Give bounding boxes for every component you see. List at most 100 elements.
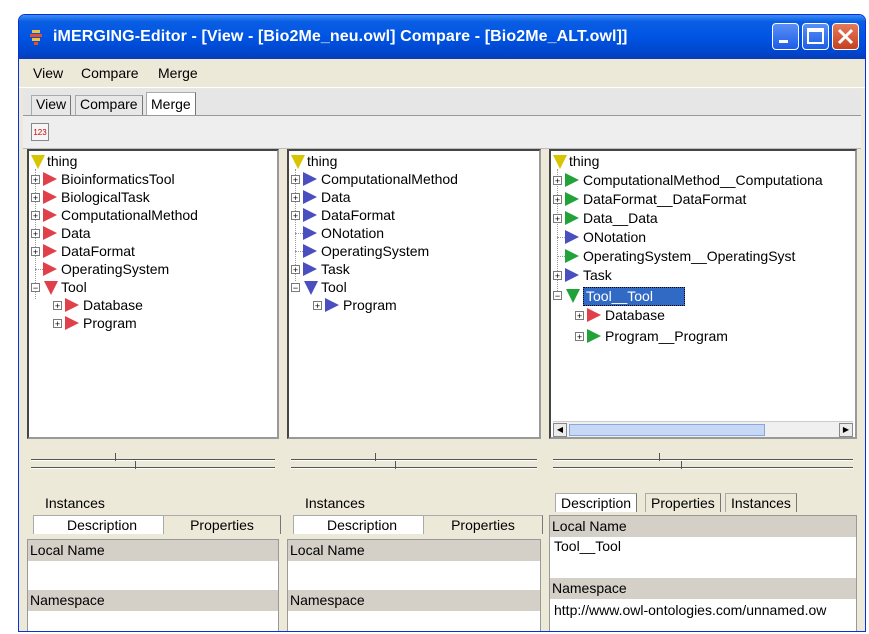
left-description-panel: Local Name Namespace: [27, 539, 279, 631]
expand-icon[interactable]: +: [291, 211, 300, 221]
expand-icon[interactable]: +: [31, 175, 40, 185]
class-icon: [65, 316, 79, 330]
left-detail-tabs-row2: Description Properties: [27, 501, 281, 534]
tab-properties[interactable]: Properties: [645, 493, 721, 512]
menu-bar: View Compare Merge: [19, 59, 865, 88]
local-name-label: Local Name: [550, 516, 856, 537]
class-icon: [303, 190, 317, 204]
collapse-icon[interactable]: −: [553, 291, 562, 301]
left-pane: thing + BioinformaticsTool + BiologicalT…: [27, 149, 281, 631]
class-icon: [565, 211, 579, 225]
menu-compare[interactable]: Compare: [81, 65, 139, 81]
maximize-button[interactable]: [802, 23, 829, 50]
left-splitter[interactable]: [27, 441, 279, 485]
collapse-icon[interactable]: −: [291, 283, 300, 293]
minimize-icon: [779, 40, 788, 43]
local-name-label: Local Name: [28, 540, 278, 561]
class-icon: [44, 281, 58, 295]
tab-compare[interactable]: Compare: [75, 95, 143, 115]
class-icon: [43, 172, 57, 186]
expand-icon[interactable]: +: [313, 301, 322, 311]
middle-class-tree[interactable]: thing + ComputationalMethod + Data + Dat…: [287, 149, 541, 439]
scroll-right-icon[interactable]: ▶: [839, 423, 853, 437]
close-icon: [837, 28, 854, 45]
tab-description[interactable]: Description: [555, 493, 638, 512]
right-detail-tabs: Description Properties Instances: [549, 485, 857, 517]
window-title: iMERGING-Editor - [View - [Bio2Me_neu.ow…: [53, 28, 628, 45]
class-icon: [303, 262, 317, 276]
expand-icon[interactable]: +: [53, 319, 62, 329]
namespace-label: Namespace: [288, 590, 540, 611]
local-name-value: [288, 561, 540, 589]
menu-view[interactable]: View: [33, 65, 63, 81]
merged-class-tree[interactable]: thing + ComputationalMethod__Computation…: [549, 149, 857, 439]
app-icon: [30, 30, 42, 45]
namespace-value: [288, 611, 540, 631]
scroll-thumb[interactable]: [569, 424, 765, 436]
class-icon: [65, 298, 79, 312]
tab-instances[interactable]: Instances: [725, 493, 797, 512]
class-icon: [43, 262, 57, 276]
app-window: iMERGING-Editor - [View - [Bio2Me_neu.ow…: [18, 14, 866, 632]
tab-view[interactable]: View: [31, 95, 72, 115]
expand-icon[interactable]: +: [31, 193, 40, 203]
numbering-button[interactable]: 123: [31, 123, 49, 141]
main-tabs: View Compare Merge: [23, 89, 861, 116]
middle-pane: thing + ComputationalMethod + Data + Dat…: [287, 149, 543, 631]
expand-icon[interactable]: +: [291, 175, 300, 185]
class-icon: [303, 244, 317, 258]
class-icon: [43, 226, 57, 240]
class-icon: [303, 172, 317, 186]
namespace-value: http://www.owl-ontologies.com/unnamed.ow: [550, 602, 856, 631]
class-icon: [565, 249, 579, 263]
right-splitter[interactable]: [549, 441, 857, 485]
scroll-left-icon[interactable]: ◀: [553, 423, 567, 437]
class-icon: [325, 298, 339, 312]
collapse-icon[interactable]: −: [31, 283, 40, 293]
horizontal-scrollbar[interactable]: ◀ ▶: [553, 421, 853, 437]
expand-icon[interactable]: +: [553, 176, 562, 186]
middle-detail-tabs-row2: Description Properties: [287, 501, 543, 534]
maximize-icon: [807, 28, 824, 44]
expand-icon[interactable]: +: [291, 265, 300, 275]
expand-icon[interactable]: +: [553, 195, 562, 205]
expand-icon[interactable]: +: [53, 301, 62, 311]
menu-merge[interactable]: Merge: [158, 65, 198, 81]
close-button[interactable]: [832, 23, 859, 50]
class-icon: [43, 190, 57, 204]
expand-icon[interactable]: +: [553, 271, 562, 281]
middle-description-panel: Local Name Namespace: [287, 539, 541, 631]
left-class-tree[interactable]: thing + BioinformaticsTool + BiologicalT…: [27, 149, 279, 439]
namespace-label: Namespace: [28, 590, 278, 611]
expand-icon[interactable]: +: [575, 332, 584, 342]
toolbar: 123: [23, 116, 861, 149]
minimize-button[interactable]: [772, 23, 799, 50]
tab-properties[interactable]: Properties: [163, 515, 281, 534]
expand-icon[interactable]: +: [31, 211, 40, 221]
namespace-value: [28, 611, 278, 631]
local-name-value: [28, 561, 278, 589]
expand-icon[interactable]: +: [575, 311, 584, 321]
title-bar[interactable]: iMERGING-Editor - [View - [Bio2Me_neu.ow…: [19, 15, 865, 59]
middle-splitter[interactable]: [287, 441, 541, 485]
root-class-icon: [553, 155, 567, 169]
class-icon: [303, 226, 317, 240]
expand-icon[interactable]: +: [291, 193, 300, 203]
local-name-label: Local Name: [288, 540, 540, 561]
expand-icon[interactable]: +: [553, 214, 562, 224]
tab-merge[interactable]: Merge: [146, 92, 196, 115]
root-class-icon: [291, 155, 305, 169]
right-pane: thing + ComputationalMethod__Computation…: [549, 149, 857, 631]
tab-properties[interactable]: Properties: [423, 515, 543, 534]
local-name-value: Tool__Tool: [550, 538, 856, 578]
right-description-panel: Local Name Tool__Tool Namespace http://w…: [549, 515, 857, 631]
class-icon: [565, 268, 579, 282]
class-icon: [587, 329, 601, 343]
class-icon: [43, 244, 57, 258]
tab-description[interactable]: Description: [33, 515, 171, 534]
tab-description[interactable]: Description: [293, 515, 431, 534]
class-icon: [587, 308, 601, 322]
class-icon: [566, 289, 580, 303]
expand-icon[interactable]: +: [31, 247, 40, 257]
expand-icon[interactable]: +: [31, 229, 40, 239]
